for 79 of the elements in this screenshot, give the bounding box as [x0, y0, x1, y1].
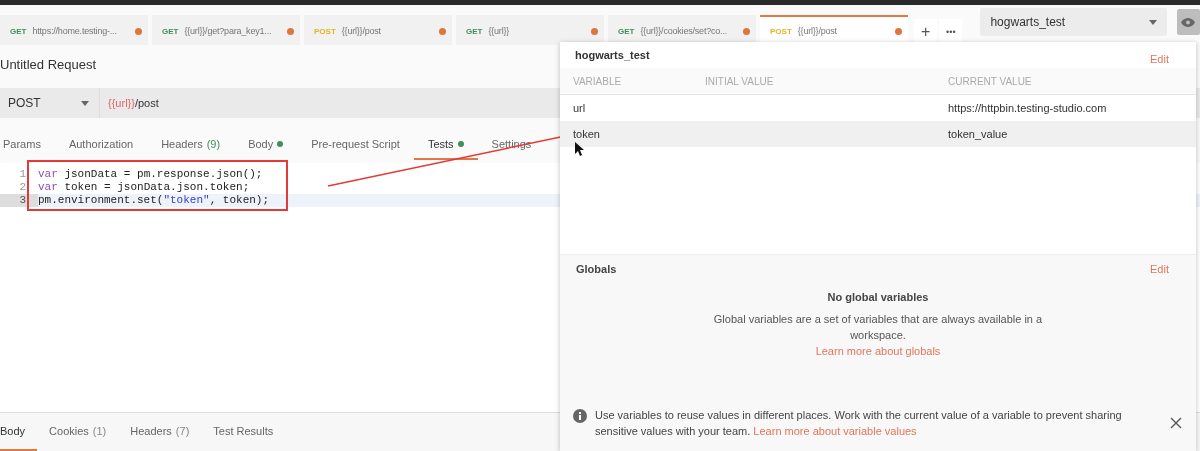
mouse-cursor-icon	[575, 142, 585, 157]
tab-label: Authorization	[68, 138, 134, 150]
response-tab[interactable]: Body	[0, 413, 38, 451]
eye-button[interactable]	[1176, 9, 1200, 35]
environment-name: hogwarts_test	[575, 49, 650, 63]
code-line: pm.environment.set("token", token);	[38, 194, 270, 207]
eye-icon	[1181, 17, 1196, 27]
tab-label: Pre-request Script	[311, 138, 400, 150]
learn-more-link[interactable]: Learn more about globals	[815, 343, 941, 359]
column-header: INITIAL VALUE	[692, 68, 935, 95]
request-tab[interactable]: GET https://home.testing-...	[0, 15, 148, 45]
section-tab[interactable]: Authorization	[54, 130, 148, 160]
request-tab[interactable]: GET {{url}}	[456, 15, 604, 45]
column-header: CURRENT VALUE	[935, 68, 1196, 95]
method-label: GET	[466, 26, 483, 36]
edit-link[interactable]: Edit	[1150, 263, 1169, 275]
info-text: Use variables to reuse values in different places. Work with the current value of a variable to prevent sharing sensitive values with your team. Learn more about variable values	[595, 408, 1123, 439]
tab-count: (1)	[92, 425, 107, 437]
response-tab[interactable]: Test Results	[201, 413, 286, 451]
globals-title: Globals	[576, 263, 617, 275]
tab-label: Headers	[130, 425, 172, 437]
tab-label: Test Results	[213, 425, 274, 437]
section-tab[interactable]: Headers (9)	[147, 130, 235, 160]
method-dropdown[interactable]: POST	[0, 88, 100, 118]
code-line: var token = jsonData.json.token;	[38, 181, 250, 194]
table-cell: https://httpbin.testing-studio.com	[948, 101, 1107, 115]
tab-label: {{url}}/get?para_key1...	[184, 26, 273, 36]
section-tab[interactable]: Body	[234, 130, 298, 160]
section-tab[interactable]: Pre-request Script	[297, 130, 414, 160]
empty-text: Global variables are a set of variables that are always available in a workspace.	[712, 312, 1044, 343]
tab-label: {{url}}/post	[797, 26, 838, 36]
info-icon	[573, 409, 587, 423]
section-tab[interactable]: Params	[0, 130, 55, 160]
tab-count: (9)	[206, 138, 221, 150]
empty-title: No global variables	[827, 291, 929, 303]
edit-link[interactable]: Edit	[1150, 49, 1169, 68]
response-tab[interactable]: Headers (7)	[118, 413, 202, 451]
tab-label: https://home.testing-...	[32, 26, 118, 36]
method-label: GET	[162, 26, 179, 36]
tab-label: Body	[0, 425, 26, 437]
environment-dropdown[interactable]: hogwarts_test	[980, 8, 1167, 36]
table-cell: token_value	[948, 127, 1008, 141]
caret-icon	[81, 100, 89, 106]
close-icon[interactable]	[1170, 417, 1182, 429]
table-row[interactable]: url https://httpbin.testing-studio.com	[560, 95, 1196, 121]
tab-label: Body	[248, 138, 274, 150]
tab-label: {{url}}/cookies/set?co...	[640, 26, 728, 36]
more-button[interactable]: •••	[939, 19, 963, 45]
tab-label: Settings	[491, 138, 532, 150]
table-row[interactable]: token token_value	[560, 121, 1196, 147]
tab-label: Tests	[427, 138, 454, 150]
code-line: var jsonData = pm.response.json();	[38, 168, 263, 181]
caret-icon	[1148, 19, 1157, 25]
request-tab[interactable]: GET {{url}}/cookies/set?co...	[608, 15, 756, 45]
request-tab[interactable]: GET {{url}}/get?para_key1...	[152, 15, 300, 45]
table-cell: token	[573, 127, 600, 141]
response-tab[interactable]: Cookies (1)	[37, 413, 119, 451]
method-label: POST	[314, 26, 336, 36]
tab-label: {{url}}	[488, 26, 511, 36]
new-tab-button[interactable]: +	[914, 19, 938, 45]
tab-label: Params	[3, 138, 41, 150]
section-tab[interactable]: Settings	[477, 130, 546, 160]
method-label: GET	[10, 26, 27, 36]
table-cell: url	[573, 101, 586, 115]
tab-label: Headers	[161, 138, 203, 150]
line-number: 2	[18, 181, 27, 194]
request-title: Untitled Request	[0, 56, 97, 74]
column-header: VARIABLE	[560, 68, 692, 95]
method-label: GET	[618, 26, 635, 36]
line-number: 3	[0, 194, 38, 207]
line-number: 1	[18, 168, 27, 181]
section-tab[interactable]: Tests	[413, 130, 478, 160]
tab-count: (7)	[175, 425, 190, 437]
tab-label: Cookies	[49, 425, 89, 437]
request-tab[interactable]: POST {{url}}/post	[760, 15, 908, 45]
learn-more-link[interactable]: Learn more about variable values	[753, 425, 917, 437]
method-label: POST	[770, 26, 792, 36]
tab-label: {{url}}/post	[341, 26, 382, 36]
request-tab[interactable]: POST {{url}}/post	[304, 15, 452, 45]
